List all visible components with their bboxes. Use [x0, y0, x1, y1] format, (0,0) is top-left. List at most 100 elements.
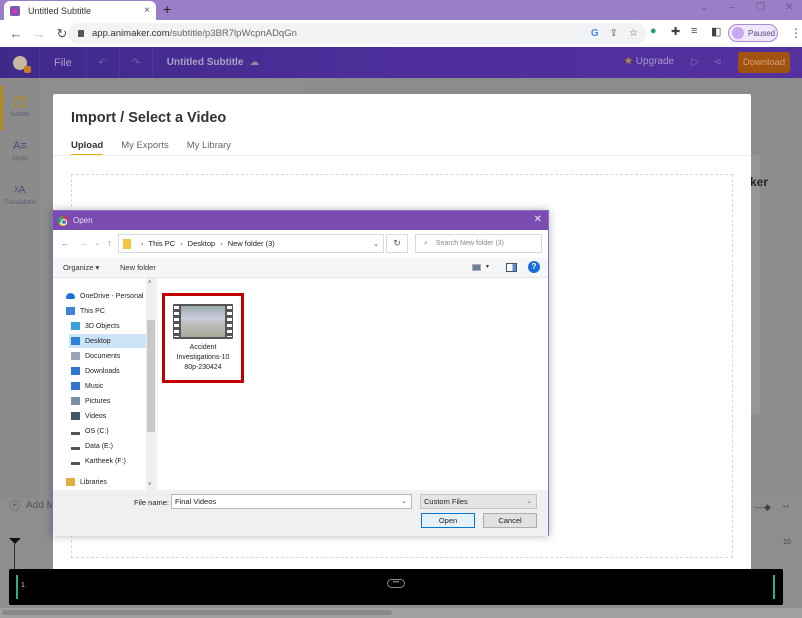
extensions-icon[interactable]: ✚ [671, 25, 680, 38]
nav-item-desktop[interactable]: Desktop [69, 334, 146, 348]
back-icon[interactable]: ← [9, 26, 23, 41]
3d-objects-icon [71, 322, 80, 330]
track-end-marker[interactable] [773, 575, 775, 599]
file-menu[interactable]: File [40, 47, 87, 78]
file-type-select[interactable]: Custom Files ⌄ [420, 494, 537, 509]
search-placeholder: Search New folder (3) [435, 240, 505, 247]
nav-item-downloads[interactable]: Downloads [71, 364, 120, 378]
nav-item-pictures[interactable]: Pictures [71, 394, 110, 408]
view-options-icon[interactable] [472, 264, 481, 271]
cancel-button[interactable]: Cancel [483, 513, 537, 528]
refresh-button[interactable]: ↻ [386, 234, 408, 253]
zoom-slider-handle[interactable]: —◆ [755, 502, 771, 513]
nav-item-label: Documents [85, 352, 121, 360]
more-options-icon[interactable]: ••• [387, 579, 405, 588]
search-input[interactable]: ⌕ Search New folder (3) [415, 234, 542, 253]
reload-icon[interactable]: ↻ [55, 26, 69, 42]
nav-item-data-e[interactable]: Data (E:) [71, 439, 113, 453]
forward-icon[interactable]: → [32, 26, 46, 41]
file-name-input[interactable]: Final Videos ⌄ [171, 494, 412, 509]
nav-item-3d-objects[interactable]: 3D Objects [71, 319, 120, 333]
navigation-pane: OneDrive - Personal This PC 3D Objects Desk… [53, 278, 157, 490]
tab-upload[interactable]: Upload [71, 140, 104, 156]
new-tab-button[interactable]: + [163, 1, 171, 17]
bookmark-star-icon[interactable]: ☆ [629, 28, 638, 39]
breadcrumb-item[interactable]: This PC [149, 239, 176, 248]
minimize-button[interactable]: – [729, 2, 735, 13]
nav-item-label: Desktop [85, 337, 111, 345]
tab-close-icon[interactable]: × [144, 5, 150, 16]
nav-item-videos[interactable]: Videos [71, 409, 106, 423]
playhead-handle[interactable] [9, 538, 21, 544]
view-dropdown-icon[interactable]: ▾ [486, 263, 489, 270]
scrollbar-thumb[interactable] [2, 610, 392, 615]
avatar [732, 27, 744, 39]
project-title[interactable]: Untitled Subtitle [167, 57, 244, 68]
nav-item-documents[interactable]: Documents [71, 349, 120, 363]
chevron-down-icon[interactable]: ⌄ [373, 240, 379, 248]
browser-tab[interactable]: Untitled Subtitle × [4, 1, 156, 20]
profile-button[interactable]: Paused [728, 24, 778, 42]
new-folder-button[interactable]: New folder [120, 263, 156, 272]
browser-menu-icon[interactable]: ⋮ [790, 26, 802, 40]
up-icon[interactable]: ↑ [107, 238, 112, 248]
fit-width-icon[interactable]: ↔ [781, 500, 791, 511]
close-window-button[interactable]: ✕ [785, 2, 793, 13]
preview-pane-icon[interactable] [506, 263, 517, 272]
share-icon[interactable]: ⇪ [610, 28, 618, 39]
side-panel-icon[interactable]: ◧ [711, 25, 721, 38]
sidebar-item-translations[interactable]: ᵡA Translations [0, 184, 40, 206]
tab-my-exports[interactable]: My Exports [121, 140, 169, 156]
app-header: File ↶ ↷ Untitled Subtitle ☁ [0, 47, 802, 78]
scrollbar-thumb[interactable] [147, 320, 155, 432]
subtitle-track[interactable]: 1 ••• [9, 569, 783, 605]
address-bar[interactable]: app.animaker.com/subtitle/p3BR7lpWcpnADq… [68, 23, 646, 44]
redo-icon[interactable]: ↷ [120, 47, 153, 78]
pictures-icon [71, 397, 80, 405]
chevron-down-icon[interactable]: ⌄ [526, 495, 532, 508]
track-start-marker[interactable] [16, 575, 18, 599]
grammarly-icon[interactable]: ● [650, 25, 657, 37]
file-item[interactable]: Accident Investigations-10 80p-230424 [162, 293, 244, 383]
back-icon[interactable]: ← [61, 238, 70, 248]
tab-my-library[interactable]: My Library [187, 140, 231, 156]
scroll-down-icon[interactable]: ˅ [148, 482, 152, 488]
nav-item-libraries[interactable]: Libraries [66, 475, 107, 489]
breadcrumb[interactable]: › This PC › Desktop › New folder (3) ⌄ [118, 234, 384, 253]
breadcrumb-item[interactable]: Desktop [188, 239, 216, 248]
music-icon [71, 382, 80, 390]
undo-icon[interactable]: ↶ [87, 47, 120, 78]
open-button[interactable]: Open [421, 513, 475, 528]
animaker-logo[interactable] [0, 47, 40, 78]
play-icon[interactable]: ▷ [691, 55, 699, 68]
scroll-up-icon[interactable]: ˄ [148, 280, 152, 286]
organize-button[interactable]: Organize ▾ [63, 263, 99, 272]
tab-search-icon[interactable]: ⌄ [700, 2, 708, 13]
forward-icon[interactable]: → [79, 238, 88, 248]
chevron-down-icon[interactable]: ⌄ [401, 495, 407, 508]
nav-item-this-pc[interactable]: This PC [66, 304, 105, 318]
close-icon[interactable]: ✕ [534, 214, 542, 225]
nav-item-music[interactable]: Music [71, 379, 103, 393]
nav-scrollbar[interactable]: ˄ ˅ [146, 278, 156, 490]
horizontal-scrollbar[interactable] [0, 608, 802, 618]
file-name: Accident Investigations-10 80p-230424 [176, 344, 230, 371]
upgrade-button[interactable]: ★ Upgrade [624, 56, 674, 67]
sidebar-item-subtitle[interactable]: CC Subtitle [0, 97, 40, 118]
recent-locations-icon[interactable]: ⌄ [95, 240, 100, 247]
nav-item-os-c[interactable]: OS (C:) [71, 424, 109, 438]
google-icon[interactable]: G [591, 28, 599, 39]
add-media-button[interactable]: + Add M [9, 500, 55, 511]
nav-item-label: Videos [85, 412, 107, 420]
restore-button[interactable]: ❐ [756, 2, 765, 13]
sidebar-item-styles[interactable]: A≡ Styles [0, 140, 40, 162]
nav-item-onedrive-personal[interactable]: OneDrive - Personal [66, 289, 143, 303]
desktop-icon [71, 337, 80, 345]
share-icon[interactable]: ⋖ [713, 55, 722, 68]
breadcrumb-item[interactable]: New folder (3) [228, 239, 275, 248]
help-icon[interactable]: ? [528, 261, 540, 273]
nav-item-kartheek-f[interactable]: Kartheek (F:) [71, 454, 126, 468]
media-icon[interactable]: ≡ [691, 25, 697, 37]
download-button[interactable]: Download [738, 52, 790, 73]
background-text: ker [750, 175, 769, 189]
